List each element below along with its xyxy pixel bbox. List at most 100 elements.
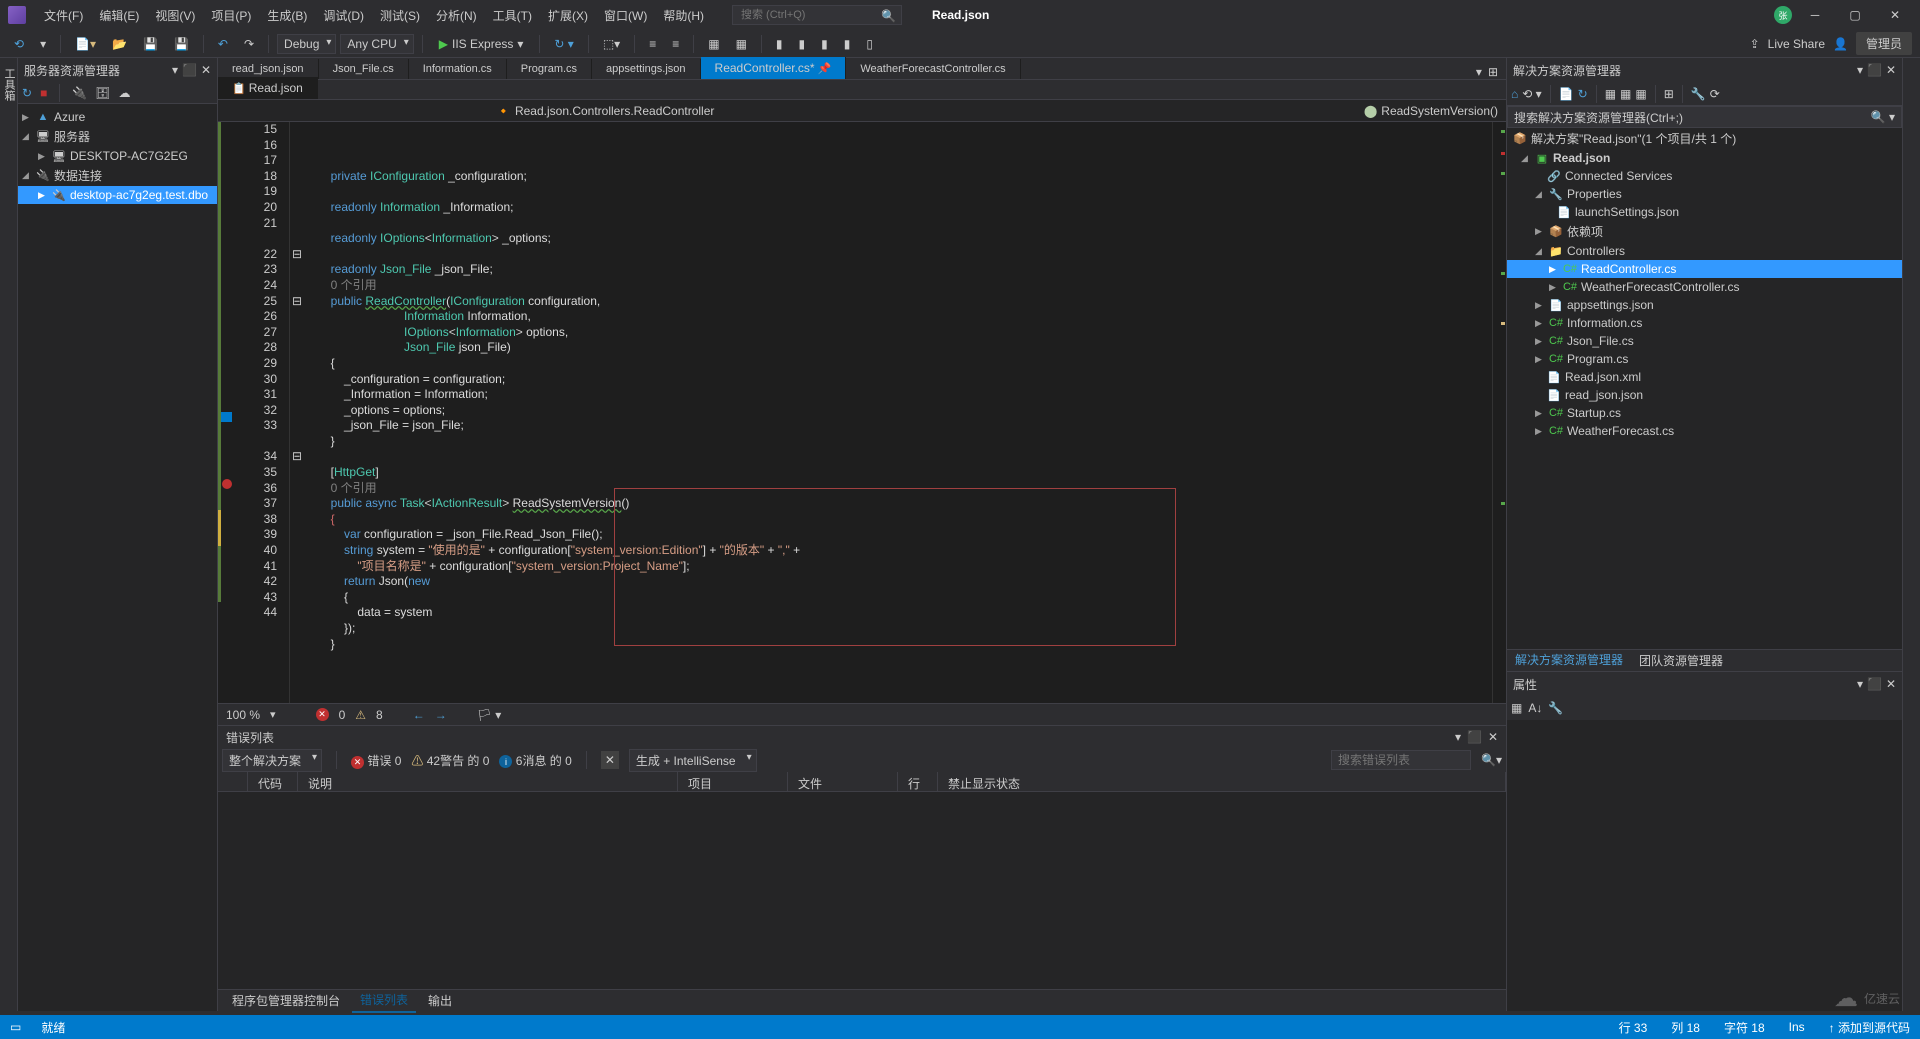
tree-servers[interactable]: ◢🖥服务器 xyxy=(18,126,217,147)
menu-file[interactable]: 文件(F) xyxy=(36,3,91,28)
error-search-input[interactable] xyxy=(1331,750,1471,770)
sol-properties[interactable]: ◢🔧Properties xyxy=(1507,185,1902,203)
sol-project[interactable]: ◢▣Read.json xyxy=(1507,149,1902,167)
autohide-icon[interactable]: ⬛ xyxy=(182,63,197,77)
tab-overflow-icon[interactable]: ▾ xyxy=(1476,65,1482,79)
title-search-input[interactable] xyxy=(732,5,902,25)
col-file[interactable]: 文件 xyxy=(788,772,898,791)
filter-errors[interactable]: ✕ 错误 0 xyxy=(351,752,401,769)
tab-0[interactable]: read_json.json xyxy=(218,59,319,79)
zoom-level[interactable]: 100 % xyxy=(226,708,260,722)
open-button[interactable]: 📂 xyxy=(106,34,133,54)
cloud-icon[interactable]: ☁ xyxy=(119,86,131,100)
sol-close-icon[interactable]: ✕ xyxy=(1886,63,1896,77)
breadcrumb-method[interactable]: ⬤ReadSystemVersion() xyxy=(1364,104,1498,118)
feedback-icon[interactable]: 👤 xyxy=(1833,37,1848,51)
close-button[interactable]: ✕ xyxy=(1878,0,1912,30)
sol-tb-1[interactable]: ▦ xyxy=(1605,87,1616,101)
new-project-button[interactable]: 📄▾ xyxy=(69,34,102,54)
title-search[interactable]: 🔍 xyxy=(732,5,902,25)
col-code[interactable]: 代码 xyxy=(248,772,298,791)
filter-toggle-icon[interactable]: ✕ xyxy=(601,751,619,769)
minimize-button[interactable]: ─ xyxy=(1798,0,1832,30)
build-combo[interactable]: 生成 + IntelliSense xyxy=(629,749,757,772)
right-rail[interactable] xyxy=(1902,58,1920,1011)
sol-tb-4[interactable]: ⊞ xyxy=(1664,87,1674,101)
tab-3[interactable]: Program.cs xyxy=(507,59,592,79)
sol-back-icon[interactable]: ⟲ ▾ xyxy=(1522,87,1541,101)
breadcrumb-class[interactable]: 🔸Read.json.Controllers.ReadController xyxy=(496,104,714,118)
col-suppress[interactable]: 禁止显示状态 xyxy=(938,772,1506,791)
tab-window-icon[interactable]: ⊞ xyxy=(1488,65,1498,79)
menu-window[interactable]: 窗口(W) xyxy=(596,3,655,28)
code-editor[interactable]: 1516171819202122232425262728293031323334… xyxy=(218,122,1506,703)
sol-launch[interactable]: 📄launchSettings.json xyxy=(1507,203,1902,221)
close-panel-icon[interactable]: ✕ xyxy=(201,63,211,77)
el-pin-icon[interactable]: ⬛ xyxy=(1467,730,1482,744)
error-count-icon[interactable]: ✕ xyxy=(316,708,329,721)
platform-combo[interactable]: Any CPU xyxy=(340,34,413,54)
sol-jsonfile[interactable]: ▶C#Json_File.cs xyxy=(1507,332,1902,350)
tb-icon-4[interactable]: ▦ xyxy=(730,34,753,54)
nav-back-button[interactable]: ⟲ xyxy=(8,34,30,54)
refresh-button[interactable]: ↻ ▾ xyxy=(548,34,579,54)
menu-help[interactable]: 帮助(H) xyxy=(655,3,712,28)
flag-icon[interactable]: 🏳 ▾ xyxy=(477,708,502,722)
status-add[interactable]: 添加到源代码 xyxy=(1838,1021,1910,1035)
menu-debug[interactable]: 调试(D) xyxy=(315,3,372,28)
menu-edit[interactable]: 编辑(E) xyxy=(91,3,147,28)
sol-weatherctrl[interactable]: ▶C#WeatherForecastController.cs xyxy=(1507,278,1902,296)
nav-next-icon[interactable]: → xyxy=(435,708,447,722)
sol-tab-explorer[interactable]: 解决方案资源管理器 xyxy=(1507,648,1631,673)
tb-icon-5[interactable]: ▮ xyxy=(770,34,789,54)
sol-tab-team[interactable]: 团队资源管理器 xyxy=(1631,649,1731,672)
props-close-icon[interactable]: ✕ xyxy=(1886,677,1896,691)
browser-link-icon[interactable]: ⬚▾ xyxy=(597,34,626,54)
scope-combo[interactable]: 整个解决方案 xyxy=(222,749,322,772)
nav-prev-icon[interactable]: ← xyxy=(413,708,425,722)
overview-ruler[interactable] xyxy=(1492,122,1506,703)
el-close-icon[interactable]: ✕ xyxy=(1488,730,1498,744)
sol-controllers[interactable]: ◢📁Controllers xyxy=(1507,242,1902,260)
menu-project[interactable]: 项目(P) xyxy=(203,3,259,28)
menu-tools[interactable]: 工具(T) xyxy=(485,3,540,28)
sol-wrench-icon[interactable]: 🔧 xyxy=(1691,87,1706,101)
sol-appsettings[interactable]: ▶📄appsettings.json xyxy=(1507,296,1902,314)
error-search-icon[interactable]: 🔍▾ xyxy=(1481,753,1502,767)
breakpoint-margin[interactable] xyxy=(218,122,238,703)
btab-pkgmgr[interactable]: 程序包管理器控制台 xyxy=(224,989,348,1012)
solution-search[interactable]: 搜索解决方案资源管理器(Ctrl+;) 🔍 ▾ xyxy=(1507,106,1902,128)
redo-button[interactable]: ↷ xyxy=(238,34,260,54)
btab-errorlist[interactable]: 错误列表 xyxy=(352,988,416,1013)
menu-view[interactable]: 视图(V) xyxy=(147,3,203,28)
maximize-button[interactable]: ▢ xyxy=(1838,0,1872,30)
tb-icon-6[interactable]: ▮ xyxy=(793,34,812,54)
props-az-icon[interactable]: A↓ xyxy=(1528,701,1542,715)
tree-data-conn[interactable]: ◢🔌数据连接 xyxy=(18,165,217,186)
sol-refresh-icon[interactable]: ↻ xyxy=(1578,87,1588,101)
refresh-icon[interactable]: ↻ xyxy=(22,86,32,100)
col-project[interactable]: 项目 xyxy=(678,772,788,791)
col-desc[interactable]: 说明 xyxy=(298,772,678,791)
tb-icon-8[interactable]: ▮ xyxy=(838,34,857,54)
db-icon[interactable]: 🗄 xyxy=(95,86,110,100)
sol-deps[interactable]: ▶📦依赖项 xyxy=(1507,221,1902,242)
sol-root[interactable]: 📦解决方案"Read.json"(1 个项目/共 1 个) xyxy=(1507,128,1902,149)
menu-test[interactable]: 测试(S) xyxy=(372,3,428,28)
sol-readctrl[interactable]: ▶C#ReadController.cs xyxy=(1507,260,1902,278)
save-all-button[interactable]: 💾 xyxy=(168,34,195,54)
tb-icon-3[interactable]: ▦ xyxy=(702,34,725,54)
props-cat-icon[interactable]: ▦ xyxy=(1511,701,1522,715)
tab-5-active[interactable]: ReadController.cs* 📌 xyxy=(701,57,847,79)
tb-icon-2[interactable]: ≡ xyxy=(666,34,685,54)
tree-desktop[interactable]: ▶🖥DESKTOP-AC7G2EG xyxy=(18,147,217,165)
sol-sync-icon[interactable]: 📄 xyxy=(1559,87,1574,101)
sol-tb-3[interactable]: ▦ xyxy=(1635,87,1646,101)
warn-count-icon[interactable]: ⚠ xyxy=(355,708,366,722)
tab-4[interactable]: appsettings.json xyxy=(592,59,701,79)
config-combo[interactable]: Debug xyxy=(277,34,336,54)
el-dropdown-icon[interactable]: ▾ xyxy=(1455,730,1461,744)
breakpoint-icon[interactable] xyxy=(222,479,232,489)
col-line[interactable]: 行 xyxy=(898,772,938,791)
tb-icon-1[interactable]: ≡ xyxy=(643,34,662,54)
